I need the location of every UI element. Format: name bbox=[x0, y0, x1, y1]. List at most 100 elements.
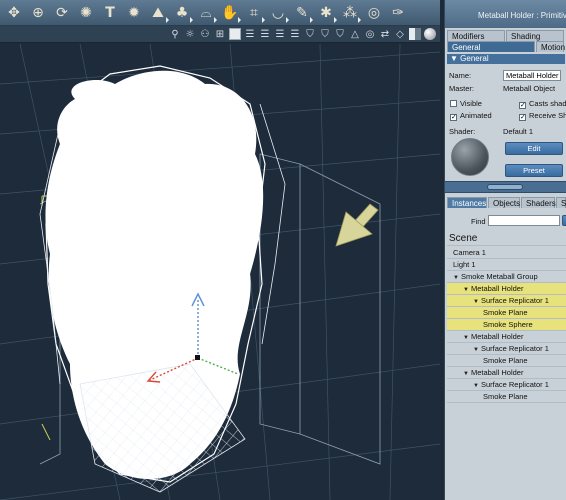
tree-item[interactable]: ▼ Smoke Metaball Group bbox=[447, 271, 566, 283]
display-icon[interactable]: ⊞ bbox=[214, 28, 226, 40]
cone-icon[interactable]: △ bbox=[349, 28, 361, 40]
light-arrow-icon[interactable] bbox=[335, 203, 379, 247]
name-field[interactable]: Metaball Holder bbox=[503, 70, 561, 81]
checkmark-icon: ✓ bbox=[519, 114, 526, 121]
tab-instances[interactable]: Instances bbox=[447, 197, 487, 208]
find-input[interactable] bbox=[488, 215, 560, 226]
master-value: Metaball Object bbox=[503, 84, 556, 93]
preset-button[interactable]: Preset bbox=[505, 164, 563, 177]
shader-label: Shader: bbox=[449, 127, 476, 136]
group-icon[interactable]: ⚇ bbox=[199, 28, 211, 40]
checkmark-icon: ✓ bbox=[519, 102, 526, 109]
shader-value: Default 1 bbox=[503, 127, 534, 136]
bowl-icon[interactable]: ◡ bbox=[266, 2, 290, 24]
tab-shaders[interactable]: Shaders bbox=[521, 197, 556, 208]
casts-shadows-checkbox[interactable]: ✓ Casts shad bbox=[519, 99, 566, 109]
3d-viewport[interactable] bbox=[0, 44, 440, 500]
shield-icon[interactable]: ⛉ bbox=[334, 28, 346, 40]
tab-modifiers[interactable]: Modifiers bbox=[447, 30, 505, 41]
general-section-header[interactable]: ▼ General bbox=[447, 54, 565, 64]
panel-title: Metaball Holder : Primitive bbox=[445, 0, 566, 28]
tree-item-label: Smoke Plane bbox=[483, 356, 528, 365]
target-icon[interactable]: ◎ bbox=[362, 2, 386, 24]
target-icon[interactable]: ◎ bbox=[364, 28, 376, 40]
tab-motion[interactable]: Motion bbox=[536, 41, 565, 52]
terrain-icon[interactable]: ⛰ bbox=[146, 2, 170, 24]
checkmark-icon: ✓ bbox=[450, 114, 457, 121]
tree-item[interactable]: Smoke Sphere bbox=[447, 319, 566, 331]
sun-icon[interactable]: ☼ bbox=[184, 28, 196, 40]
tree-icon[interactable]: ♣ bbox=[170, 2, 194, 24]
lines-icon[interactable]: ☰ bbox=[274, 28, 286, 40]
animated-checkbox[interactable]: ✓ Animated bbox=[450, 111, 492, 121]
twist-icon[interactable]: ✺ bbox=[74, 2, 98, 24]
sphere-icon[interactable] bbox=[424, 28, 436, 40]
shader-preview[interactable] bbox=[451, 138, 489, 176]
tree-item[interactable]: ▼ Surface Replicator 1 bbox=[447, 379, 566, 391]
tree-item[interactable]: Smoke Plane bbox=[447, 307, 566, 319]
tree-item[interactable]: Smoke Plane bbox=[447, 355, 566, 367]
scene-render bbox=[0, 44, 440, 500]
scene-root[interactable]: Scene bbox=[447, 232, 566, 246]
tree-item-label: Surface Replicator 1 bbox=[480, 344, 549, 353]
tree-item[interactable]: ▼ Metaball Holder bbox=[447, 331, 566, 343]
light-icon[interactable]: ⚲ bbox=[169, 28, 181, 40]
tree-item-label: Smoke Plane bbox=[483, 392, 528, 401]
lines-icon[interactable]: ☰ bbox=[259, 28, 271, 40]
properties-panel: Metaball Holder : Primitive Modifiers Sh… bbox=[444, 0, 566, 500]
receive-shadows-checkbox[interactable]: ✓ Receive Sh bbox=[519, 111, 566, 121]
gear-ball-icon[interactable]: ✹ bbox=[122, 2, 146, 24]
text-icon[interactable]: T bbox=[98, 2, 122, 24]
main-toolbar: ✥ ⊕ ⟳ ✺ T ✹ ⛰ ♣ ⌓ ✋ ⌗ ◡ ✎ ✱ ⁂ ◎ ✑ bbox=[0, 0, 440, 26]
tree-item[interactable]: ▼ Metaball Holder bbox=[447, 367, 566, 379]
casts-shadows-label: Casts shad bbox=[529, 99, 566, 108]
tree-item-label: Camera 1 bbox=[453, 248, 486, 257]
visible-checkbox[interactable]: Visible bbox=[450, 99, 482, 108]
move-icon[interactable]: ✥ bbox=[2, 2, 26, 24]
arrows-icon[interactable]: ⇄ bbox=[379, 28, 391, 40]
tree-item-label: Smoke Metaball Group bbox=[460, 272, 538, 281]
name-label: Name: bbox=[449, 71, 472, 80]
lines-icon[interactable]: ☰ bbox=[244, 28, 256, 40]
edit-button[interactable]: Edit bbox=[505, 142, 563, 155]
shield-icon[interactable]: ⛉ bbox=[304, 28, 316, 40]
cube-icon[interactable]: ◇ bbox=[394, 28, 406, 40]
panel-splitter[interactable] bbox=[445, 181, 566, 193]
splat-icon[interactable]: ✱ bbox=[314, 2, 338, 24]
tree-item[interactable]: Smoke Plane bbox=[447, 391, 566, 403]
tree-item-label: Metaball Holder bbox=[470, 368, 524, 377]
tree-item-label: Metaball Holder bbox=[470, 284, 524, 293]
brush-icon[interactable]: ✎ bbox=[290, 2, 314, 24]
tab-s[interactable]: S bbox=[556, 197, 566, 208]
view-toolbar: ⚲ ☼ ⚇ ⊞ ☰ ☰ ☰ ☰ ⛉ ⛉ ⛉ △ ◎ ⇄ ◇ bbox=[0, 26, 440, 43]
shield-icon[interactable]: ⛉ bbox=[319, 28, 331, 40]
browser-tabs: Instances Objects Shaders S bbox=[447, 197, 566, 208]
tab-shading[interactable]: Shading bbox=[506, 30, 564, 41]
tree-item-label: Surface Replicator 1 bbox=[480, 380, 549, 389]
tree-item[interactable]: ▼ Metaball Holder bbox=[447, 283, 566, 295]
tree-item-label: Light 1 bbox=[453, 260, 476, 269]
grid-flat-icon[interactable]: ⌗ bbox=[242, 2, 266, 24]
lamp-icon[interactable]: ⌓ bbox=[194, 2, 218, 24]
sub-tabs: General Motion bbox=[447, 41, 565, 52]
nodes-icon[interactable]: ⁂ bbox=[338, 2, 362, 24]
splitter-grip-icon[interactable] bbox=[487, 184, 523, 190]
find-button[interactable] bbox=[562, 215, 566, 226]
tree-item[interactable]: ▼ Surface Replicator 1 bbox=[447, 295, 566, 307]
tree-item-label: Surface Replicator 1 bbox=[480, 296, 549, 305]
shaded-mode-icon[interactable] bbox=[229, 28, 241, 40]
tab-general[interactable]: General bbox=[447, 41, 535, 52]
top-tabs: Modifiers Shading bbox=[447, 30, 564, 41]
tree-item-label: Smoke Plane bbox=[483, 308, 528, 317]
tree-item[interactable]: Camera 1 bbox=[447, 247, 566, 259]
tree-item-label: Metaball Holder bbox=[470, 332, 524, 341]
hand-icon[interactable]: ✋ bbox=[218, 2, 242, 24]
rotate-icon[interactable]: ⟳ bbox=[50, 2, 74, 24]
tree-item[interactable]: ▼ Surface Replicator 1 bbox=[447, 343, 566, 355]
wrench-icon[interactable]: ✑ bbox=[386, 2, 410, 24]
globe-icon[interactable]: ⊕ bbox=[26, 2, 50, 24]
tab-objects[interactable]: Objects bbox=[488, 197, 520, 208]
sphere-half-icon[interactable] bbox=[409, 28, 421, 40]
lines-icon[interactable]: ☰ bbox=[289, 28, 301, 40]
tree-item[interactable]: Light 1 bbox=[447, 259, 566, 271]
